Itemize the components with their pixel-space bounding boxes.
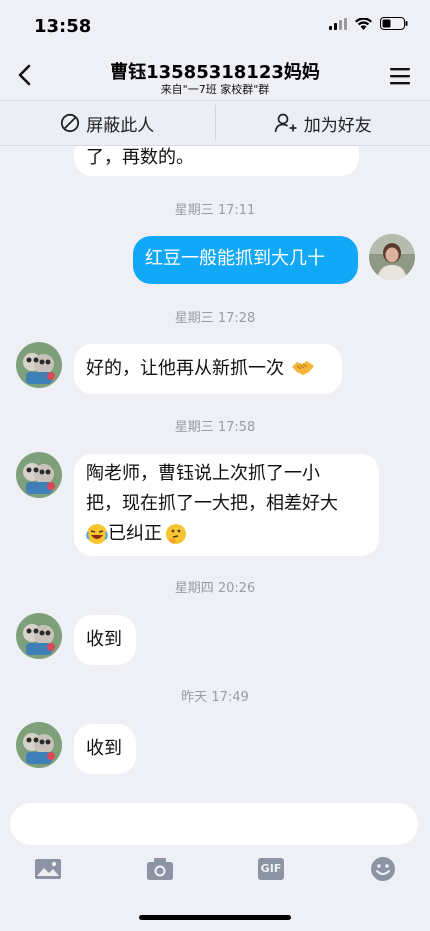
add-friend-button[interactable]: 加为好友 [216, 101, 430, 145]
handshake-emoji-icon [291, 361, 314, 375]
sender-avatar[interactable] [16, 342, 62, 388]
status-icons [329, 17, 408, 30]
status-time: 13:58 [34, 16, 92, 37]
block-user-label: 屏蔽此人 [86, 115, 155, 136]
gif-icon[interactable]: GIF [258, 858, 284, 880]
thinking-emoji-icon [166, 524, 186, 544]
gif-label: GIF [260, 862, 282, 875]
message-timestamp: 昨天 17:49 [181, 690, 249, 705]
message-bubble[interactable]: 好的，让他再从新抓一次 [74, 344, 342, 394]
nav-bar: 曹钰13585318123妈妈 来自"一7班 家校群"群 [0, 50, 430, 102]
action-bar: 屏蔽此人 加为好友 [0, 100, 430, 146]
message-text-line: 陶老师，曹钰说上次抓了一小 [86, 463, 320, 484]
sender-avatar[interactable] [16, 722, 62, 768]
message-bubble[interactable]: 收到 [74, 615, 136, 665]
status-bar: 13:58 [0, 0, 430, 50]
wifi-icon [355, 17, 372, 30]
laughing-crying-emoji-icon [86, 524, 108, 544]
message-timestamp: 星期三 17:28 [174, 311, 256, 326]
message-text: 了，再数的。 [86, 147, 194, 168]
message-input[interactable] [10, 803, 418, 845]
message-timestamp: 星期四 20:26 [174, 581, 256, 596]
self-avatar[interactable] [369, 234, 415, 280]
add-friend-icon [274, 113, 297, 133]
sender-avatar[interactable] [16, 452, 62, 498]
signal-icon [329, 17, 347, 30]
message-text-line: 把，现在抓了一大把，相差好大 [86, 493, 338, 514]
message-text: 收到 [86, 738, 122, 759]
menu-icon[interactable] [388, 66, 412, 86]
home-indicator[interactable] [139, 915, 291, 920]
message-bubble[interactable]: 了，再数的。 [74, 144, 359, 176]
block-icon [61, 113, 80, 133]
message-bubble[interactable]: 陶老师，曹钰说上次抓了一小 把，现在抓了一大把，相差好大 已纠正 [74, 454, 379, 556]
message-bubble[interactable]: 收到 [74, 724, 136, 774]
message-timestamp: 星期三 17:58 [174, 420, 256, 435]
message-text: 好的，让他再从新抓一次 [86, 358, 284, 379]
chat-area[interactable]: 了，再数的。 星期三 17:11 红豆一般能抓到大几十 星期三 17:28 好的… [0, 144, 430, 794]
chat-subtitle: 来自"一7班 家校群"群 [160, 83, 270, 96]
add-friend-label: 加为好友 [303, 115, 372, 136]
image-icon[interactable] [34, 856, 62, 882]
message-text: 红豆一般能抓到大几十 [145, 248, 325, 269]
sender-avatar[interactable] [16, 613, 62, 659]
battery-icon [380, 17, 408, 30]
message-timestamp: 星期三 17:11 [174, 203, 256, 218]
message-text: 收到 [86, 629, 122, 650]
block-user-button[interactable]: 屏蔽此人 [0, 101, 215, 145]
input-area: GIF [0, 794, 430, 931]
emoji-icon[interactable] [369, 856, 397, 882]
message-bubble-self[interactable]: 红豆一般能抓到大几十 [133, 236, 358, 284]
camera-icon[interactable] [146, 856, 174, 882]
message-text-line: 已纠正 [108, 523, 162, 544]
